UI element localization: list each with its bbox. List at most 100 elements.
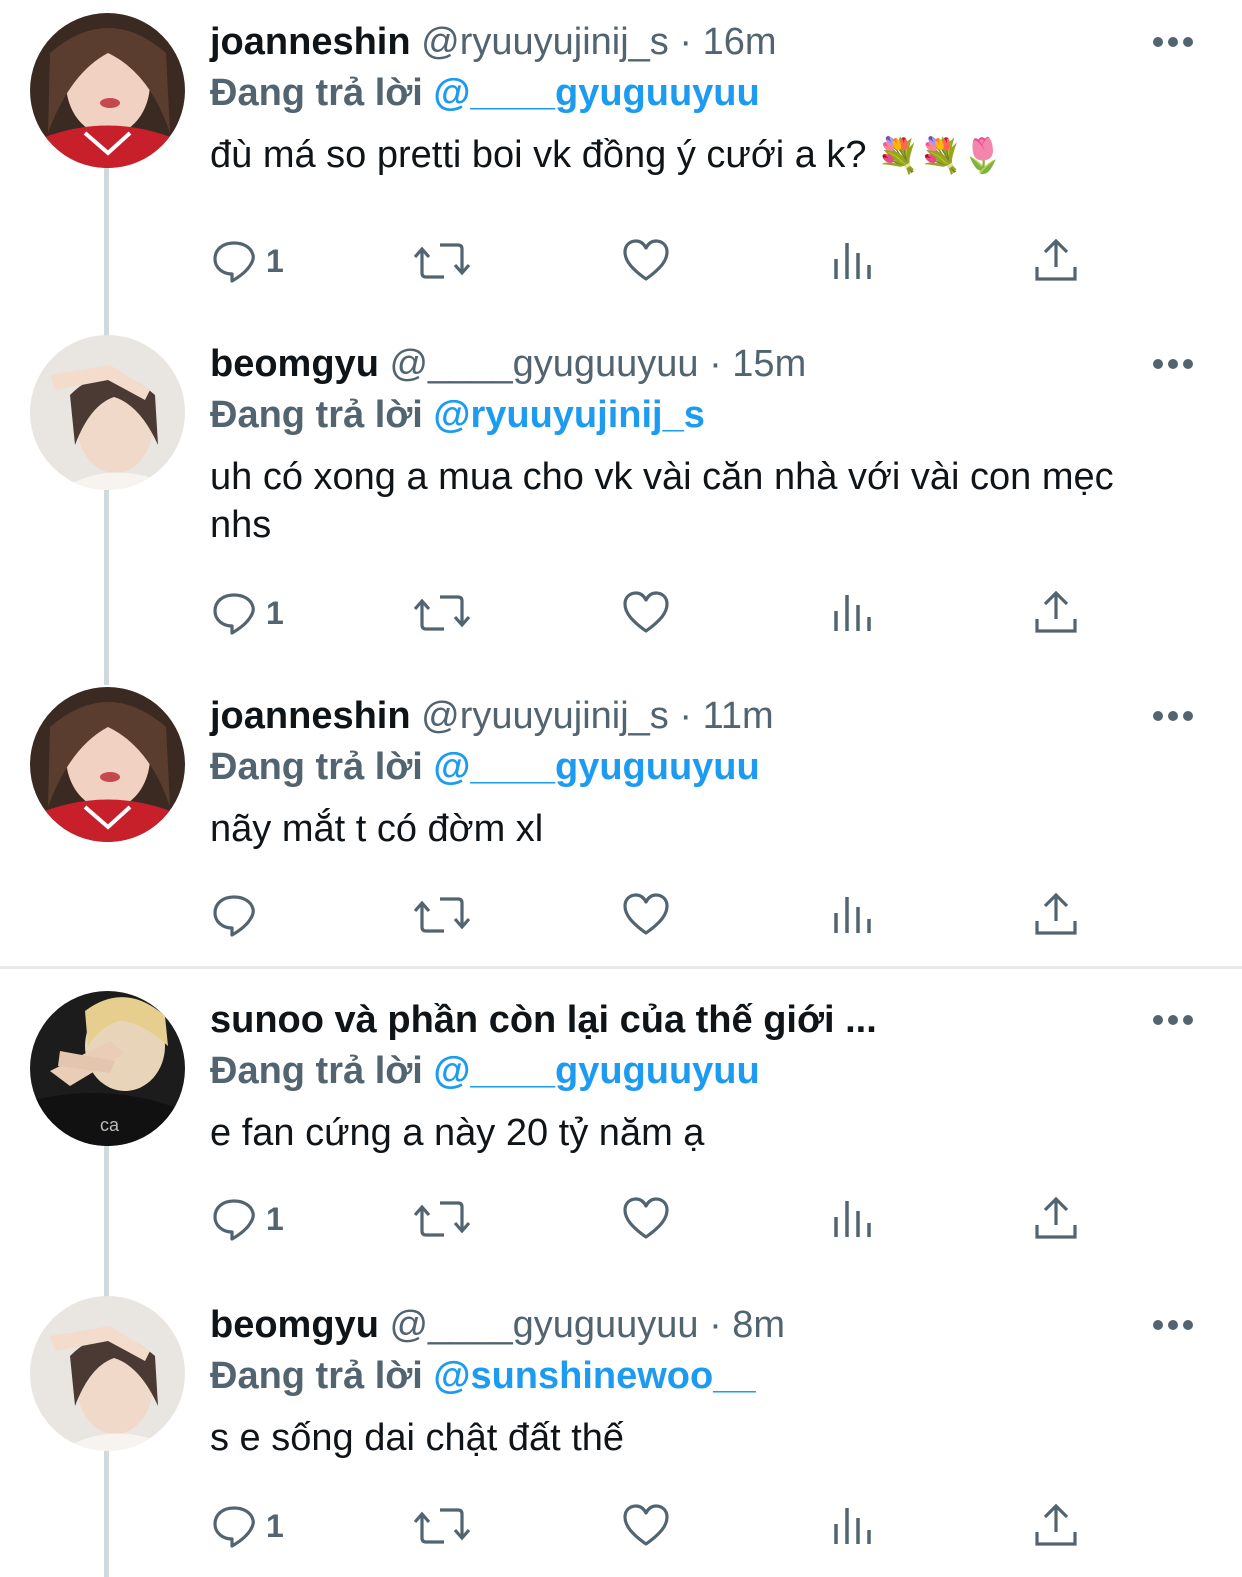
- speech-bubble-icon: [213, 1506, 255, 1548]
- replying-to-label: Đang trả lời: [210, 746, 423, 788]
- more-dots-icon[interactable]: [1152, 1318, 1194, 1332]
- thread-line: [104, 490, 109, 685]
- timestamp[interactable]: 16m: [703, 21, 777, 63]
- views-button[interactable]: [828, 891, 876, 939]
- tweet-header: sunoo và phần còn lại của thế giới ...: [210, 997, 877, 1043]
- reply-count: 1: [266, 1507, 284, 1544]
- display-name[interactable]: joanneshin: [210, 695, 411, 737]
- avatar[interactable]: [30, 1296, 185, 1451]
- more-dots-icon[interactable]: [1152, 709, 1194, 723]
- retweet-icon: [414, 1201, 470, 1237]
- display-name[interactable]: beomgyu: [210, 1304, 379, 1346]
- tweet[interactable]: beomgyu @____gyuguuyuu · 15m Đang trả lờ…: [0, 335, 1242, 685]
- replying-to-label: Đang trả lời: [210, 1355, 423, 1397]
- replying-to-handle[interactable]: @____gyuguuyuu: [433, 746, 759, 788]
- like-button[interactable]: [622, 1502, 670, 1550]
- user-handle[interactable]: @____gyuguuyuu: [389, 343, 698, 385]
- more-dots-icon[interactable]: [1152, 357, 1194, 371]
- speech-bubble-icon: [213, 895, 255, 937]
- retweet-button[interactable]: [414, 237, 470, 285]
- thread-line: [104, 1451, 109, 1577]
- display-name[interactable]: beomgyu: [210, 343, 379, 385]
- display-name[interactable]: sunoo và phần còn lại của thế giới ...: [210, 999, 877, 1041]
- replying-to-handle[interactable]: @ryuuyujinij_s: [433, 394, 704, 436]
- replying-to-handle[interactable]: @sunshinewoo__: [433, 1355, 755, 1397]
- tweet-text: s e sống dai chật đất thế: [210, 1414, 1170, 1462]
- retweet-button[interactable]: [414, 589, 470, 637]
- thread-divider: [0, 966, 1242, 969]
- user-handle[interactable]: @____gyuguuyuu: [389, 1304, 698, 1346]
- retweet-button[interactable]: [414, 891, 470, 939]
- thread-line: [104, 1146, 109, 1301]
- avatar[interactable]: [30, 335, 185, 490]
- share-button[interactable]: [1032, 1502, 1080, 1550]
- tweet-text-body: nãy mắt t có đờm xl: [210, 808, 544, 850]
- retweet-button[interactable]: [414, 1195, 470, 1243]
- action-bar: 1: [210, 589, 1110, 639]
- replying-to: Đang trả lời @____gyuguuyuu: [210, 70, 760, 116]
- retweet-button[interactable]: [414, 1502, 470, 1550]
- share-upload-icon: [1035, 1503, 1077, 1546]
- replying-to-handle[interactable]: @____gyuguuyuu: [433, 1050, 759, 1092]
- tweet-header: beomgyu @____gyuguuyuu · 15m: [210, 343, 807, 385]
- reply-count: 1: [266, 594, 284, 631]
- tweet-text-body: uh có xong a mua cho vk vài căn nhà với …: [210, 456, 1114, 546]
- like-button[interactable]: [622, 1195, 670, 1243]
- share-upload-icon: [1035, 590, 1077, 633]
- reply-button[interactable]: 1: [210, 589, 284, 637]
- like-button[interactable]: [622, 589, 670, 637]
- reply-button[interactable]: 1: [210, 1195, 284, 1243]
- timestamp[interactable]: 11m: [703, 695, 774, 737]
- bar-chart-icon: [834, 897, 871, 933]
- share-button[interactable]: [1032, 1195, 1080, 1243]
- bar-chart-icon: [834, 595, 871, 631]
- bar-chart-icon: [834, 1201, 871, 1237]
- bar-chart-icon: [834, 243, 871, 279]
- tweet[interactable]: joanneshin @ryuuyujinij_s · 16m Đang trả…: [0, 13, 1242, 343]
- avatar[interactable]: ca: [30, 991, 185, 1146]
- share-button[interactable]: [1032, 589, 1080, 637]
- retweet-icon: [414, 1508, 470, 1544]
- views-button[interactable]: [828, 237, 876, 285]
- share-upload-icon: [1035, 238, 1077, 281]
- like-button[interactable]: [622, 237, 670, 285]
- retweet-icon: [414, 595, 470, 631]
- views-button[interactable]: [828, 1195, 876, 1243]
- reply-button[interactable]: [210, 891, 266, 939]
- avatar[interactable]: [30, 687, 185, 842]
- bar-chart-icon: [834, 1508, 871, 1544]
- tweet-text: đù má so pretti boi vk đồng ý cưới a k? …: [210, 131, 1170, 180]
- reply-button[interactable]: 1: [210, 237, 284, 285]
- tweet-header: joanneshin @ryuuyujinij_s · 11m: [210, 695, 774, 737]
- avatar[interactable]: [30, 13, 185, 168]
- reply-button[interactable]: 1: [210, 1502, 284, 1550]
- speech-bubble-icon: [213, 1199, 255, 1241]
- tweet[interactable]: beomgyu @____gyuguuyuu · 8m Đang trả lời…: [0, 1296, 1242, 1577]
- views-button[interactable]: [828, 589, 876, 637]
- tweet[interactable]: joanneshin @ryuuyujinij_s · 11m Đang trả…: [0, 687, 1242, 957]
- svg-text:ca: ca: [100, 1115, 120, 1135]
- more-dots-icon[interactable]: [1152, 1013, 1194, 1027]
- thread-line: [104, 168, 109, 343]
- share-button[interactable]: [1032, 237, 1080, 285]
- timestamp[interactable]: 8m: [732, 1304, 785, 1346]
- like-button[interactable]: [622, 891, 670, 939]
- replying-to-handle[interactable]: @____gyuguuyuu: [433, 72, 759, 114]
- heart-icon: [623, 893, 669, 935]
- tweet[interactable]: ca sunoo và phần còn lại của thế giới ..…: [0, 991, 1242, 1301]
- user-handle[interactable]: @ryuuyujinij_s: [421, 695, 669, 737]
- tweet-text: uh có xong a mua cho vk vài căn nhà với …: [210, 453, 1170, 549]
- tweet-header: joanneshin @ryuuyujinij_s · 16m: [210, 21, 777, 63]
- tweet-header: beomgyu @____gyuguuyuu · 8m: [210, 1304, 786, 1346]
- share-button[interactable]: [1032, 891, 1080, 939]
- action-bar: 1: [210, 1195, 1110, 1245]
- display-name[interactable]: joanneshin: [210, 21, 411, 63]
- share-upload-icon: [1035, 892, 1077, 935]
- timestamp[interactable]: 15m: [732, 343, 806, 385]
- more-dots-icon[interactable]: [1152, 35, 1194, 49]
- user-handle[interactable]: @ryuuyujinij_s: [421, 21, 669, 63]
- tweet-text-body: đù má so pretti boi vk đồng ý cưới a k?: [210, 134, 867, 176]
- action-bar: 1: [210, 237, 1110, 287]
- views-button[interactable]: [828, 1502, 876, 1550]
- action-bar: 1: [210, 1502, 1110, 1552]
